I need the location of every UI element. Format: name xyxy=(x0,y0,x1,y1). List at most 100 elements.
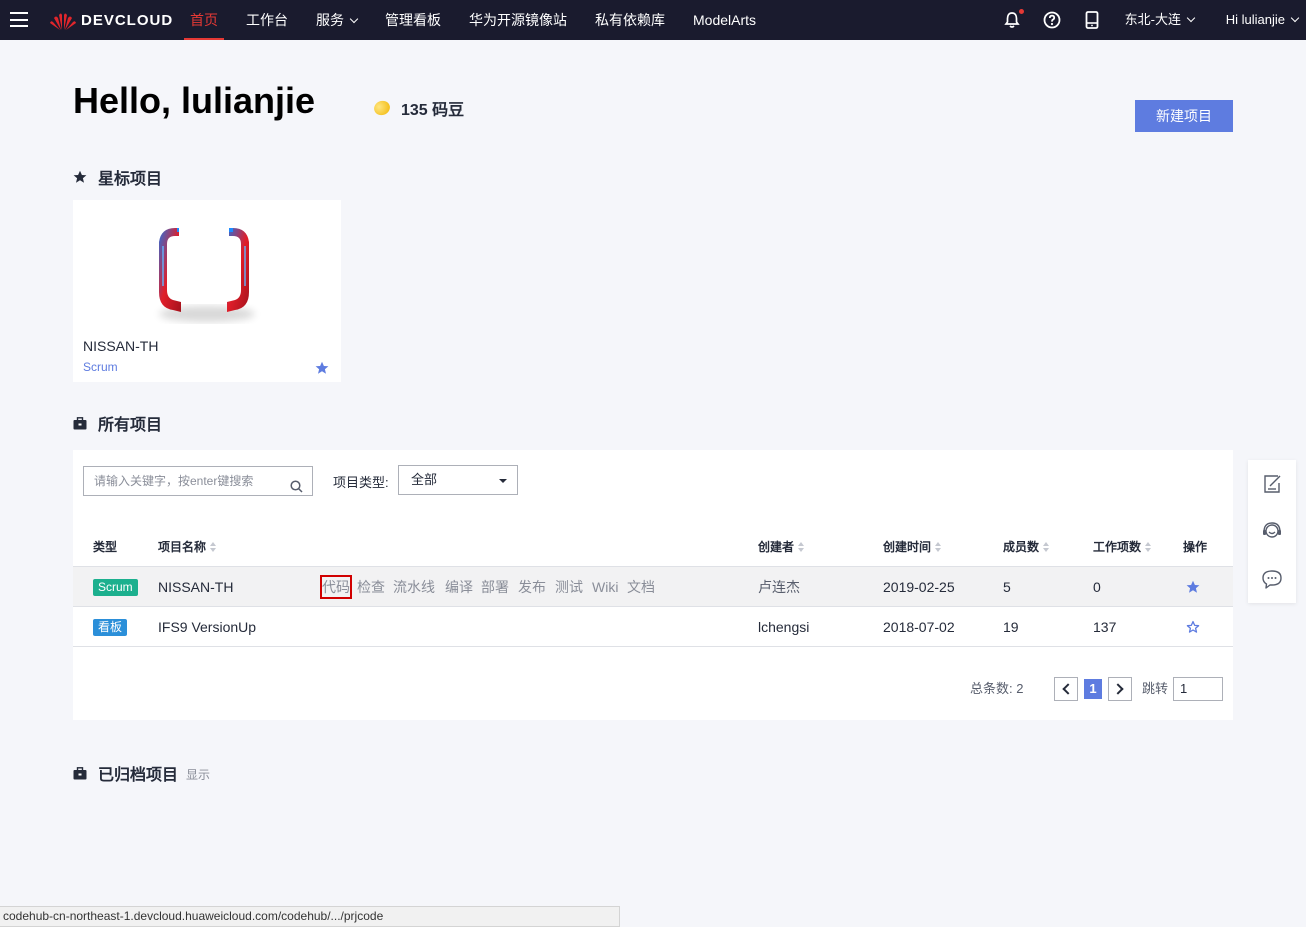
starred-project-card[interactable]: NISSAN-TH Scrum xyxy=(73,200,341,382)
sort-icon[interactable] xyxy=(1145,541,1152,552)
nav-label: ModelArts xyxy=(693,12,757,28)
nav-item-mirror[interactable]: 华为开源镜像站 xyxy=(463,0,573,40)
type-tag-scrum: Scrum xyxy=(93,579,138,596)
chevron-down-icon xyxy=(1290,13,1300,23)
nav-label: 首页 xyxy=(190,12,218,28)
quick-link-pipeline[interactable]: 流水线 xyxy=(393,567,435,607)
created-date-cell: 2018-07-02 xyxy=(883,619,955,635)
col-header-workitems[interactable]: 工作项数 xyxy=(1093,538,1152,555)
next-page-button[interactable] xyxy=(1108,677,1132,701)
star-filled-icon[interactable] xyxy=(315,361,329,380)
user-greeting: Hi lulianjie xyxy=(1225,12,1285,27)
nav-item-dashboard[interactable]: 管理看板 xyxy=(379,0,447,40)
chevron-left-icon xyxy=(1062,683,1074,695)
current-page[interactable]: 1 xyxy=(1084,679,1102,699)
quick-link-build[interactable]: 编译 xyxy=(445,567,473,607)
star-icon xyxy=(73,170,87,184)
col-header-type: 类型 xyxy=(93,538,117,555)
top-nav-bar: DEVCLOUD 首页 工作台 服务 管理看板 华为开源镜像站 私有依赖库 Mo… xyxy=(0,0,1306,40)
workitems-cell: 137 xyxy=(1093,619,1117,635)
col-label: 创建者 xyxy=(758,540,795,554)
region-selector[interactable]: 东北-大连 xyxy=(1125,0,1196,40)
col-header-actions: 操作 xyxy=(1183,538,1207,555)
browser-status-bar: codehub-cn-northeast-1.devcloud.huaweicl… xyxy=(0,906,620,927)
brand-name: DEVCLOUD xyxy=(81,11,174,29)
sort-icon[interactable] xyxy=(1043,541,1050,552)
col-header-name[interactable]: 项目名称 xyxy=(158,538,217,555)
section-title-text: 已归档项目 xyxy=(98,767,179,784)
nav-item-services[interactable]: 服务 xyxy=(310,0,363,40)
nav-label: 管理看板 xyxy=(385,12,441,28)
bean-icon xyxy=(372,98,392,118)
jump-page-input[interactable]: 1 xyxy=(1173,677,1223,701)
table-row[interactable]: Scrum NISSAN-TH 代码 检查 流水线 编译 部署 发布 测试 Wi… xyxy=(73,567,1233,607)
card-project-name[interactable]: NISSAN-TH xyxy=(83,338,158,354)
chevron-down-icon xyxy=(349,14,359,24)
new-project-button[interactable]: 新建项目 xyxy=(1135,100,1233,132)
main-nav: 首页 工作台 服务 管理看板 华为开源镜像站 私有依赖库 ModelArts xyxy=(184,0,778,40)
beans-balance[interactable]: 135 码豆 xyxy=(372,96,465,120)
star-outline-icon[interactable] xyxy=(1186,620,1200,639)
table-row[interactable]: 看板 IFS9 VersionUp lchengsi 2018-07-02 19… xyxy=(73,607,1233,647)
nav-item-private-repo[interactable]: 私有依赖库 xyxy=(589,0,671,40)
side-float-toolbar xyxy=(1248,460,1296,603)
section-title-text: 所有项目 xyxy=(98,417,163,434)
project-name-link[interactable]: NISSAN-TH xyxy=(158,567,233,607)
star-filled-icon[interactable] xyxy=(1186,580,1200,599)
search-placeholder: 请输入关键字，按enter键搜索 xyxy=(94,474,254,488)
search-input[interactable]: 请输入关键字，按enter键搜索 xyxy=(83,466,313,496)
creator-cell: 卢连杰 xyxy=(758,579,800,595)
customer-service-icon[interactable] xyxy=(1261,520,1283,542)
select-value: 全部 xyxy=(411,472,438,487)
search-icon[interactable] xyxy=(290,475,303,503)
quick-link-check[interactable]: 检查 xyxy=(357,567,385,607)
type-filter-select[interactable]: 全部 xyxy=(398,465,518,495)
quick-link-wiki[interactable]: Wiki xyxy=(592,567,618,607)
sort-icon[interactable] xyxy=(798,541,805,552)
col-label: 操作 xyxy=(1183,540,1208,554)
col-header-created[interactable]: 创建时间 xyxy=(883,538,942,555)
user-menu[interactable]: Hi lulianjie xyxy=(1225,0,1300,40)
sort-icon[interactable] xyxy=(935,541,942,552)
col-label: 类型 xyxy=(93,540,118,554)
sort-icon[interactable] xyxy=(210,541,217,552)
section-title-text: 星标项目 xyxy=(98,171,163,188)
type-tag-kanban: 看板 xyxy=(93,619,128,636)
quick-link-code[interactable]: 代码 xyxy=(320,575,352,599)
chat-icon[interactable] xyxy=(1261,568,1283,590)
menu-icon[interactable] xyxy=(10,12,28,27)
col-header-members[interactable]: 成员数 xyxy=(1003,538,1050,555)
projects-panel: 请输入关键字，按enter键搜索 项目类型: 全部 类型 项目名称 创建者 创建… xyxy=(73,450,1233,720)
project-name-link[interactable]: IFS9 VersionUp xyxy=(158,607,256,647)
quick-link-test[interactable]: 测试 xyxy=(555,567,583,607)
notification-dot xyxy=(1019,9,1024,14)
col-header-creator[interactable]: 创建者 xyxy=(758,538,805,555)
help-icon[interactable] xyxy=(1042,0,1062,40)
brand-logo[interactable]: DEVCLOUD xyxy=(49,9,173,31)
nav-item-workbench[interactable]: 工作台 xyxy=(240,0,294,40)
quick-link-deploy[interactable]: 部署 xyxy=(481,567,509,607)
caret-down-icon xyxy=(499,479,507,483)
bell-icon[interactable] xyxy=(1002,0,1024,40)
nav-label: 华为开源镜像站 xyxy=(469,12,567,28)
page-title: Hello, lulianjie xyxy=(73,80,316,121)
prev-page-button[interactable] xyxy=(1054,677,1078,701)
col-label: 项目名称 xyxy=(158,540,207,554)
nav-item-home[interactable]: 首页 xyxy=(184,0,224,40)
beans-label: 135 码豆 xyxy=(401,102,465,119)
archived-section-title: 已归档项目 显示 xyxy=(73,761,210,785)
mobile-icon[interactable] xyxy=(1082,0,1102,40)
quick-link-release[interactable]: 发布 xyxy=(518,567,546,607)
nav-item-modelarts[interactable]: ModelArts xyxy=(687,0,762,40)
col-label: 创建时间 xyxy=(883,540,932,554)
jump-label: 跳转 xyxy=(1142,681,1169,696)
creator-cell: lchengsi xyxy=(758,619,810,635)
show-archived-toggle[interactable]: 显示 xyxy=(186,766,210,783)
edit-note-icon[interactable] xyxy=(1261,473,1283,495)
quick-link-docs[interactable]: 文档 xyxy=(627,567,655,607)
starred-section-title: 星标项目 xyxy=(73,165,162,189)
chevron-down-icon xyxy=(1186,13,1196,23)
briefcase-icon xyxy=(73,766,87,780)
total-count: 总条数: 2 xyxy=(970,681,1024,696)
card-project-type: Scrum xyxy=(83,360,118,374)
